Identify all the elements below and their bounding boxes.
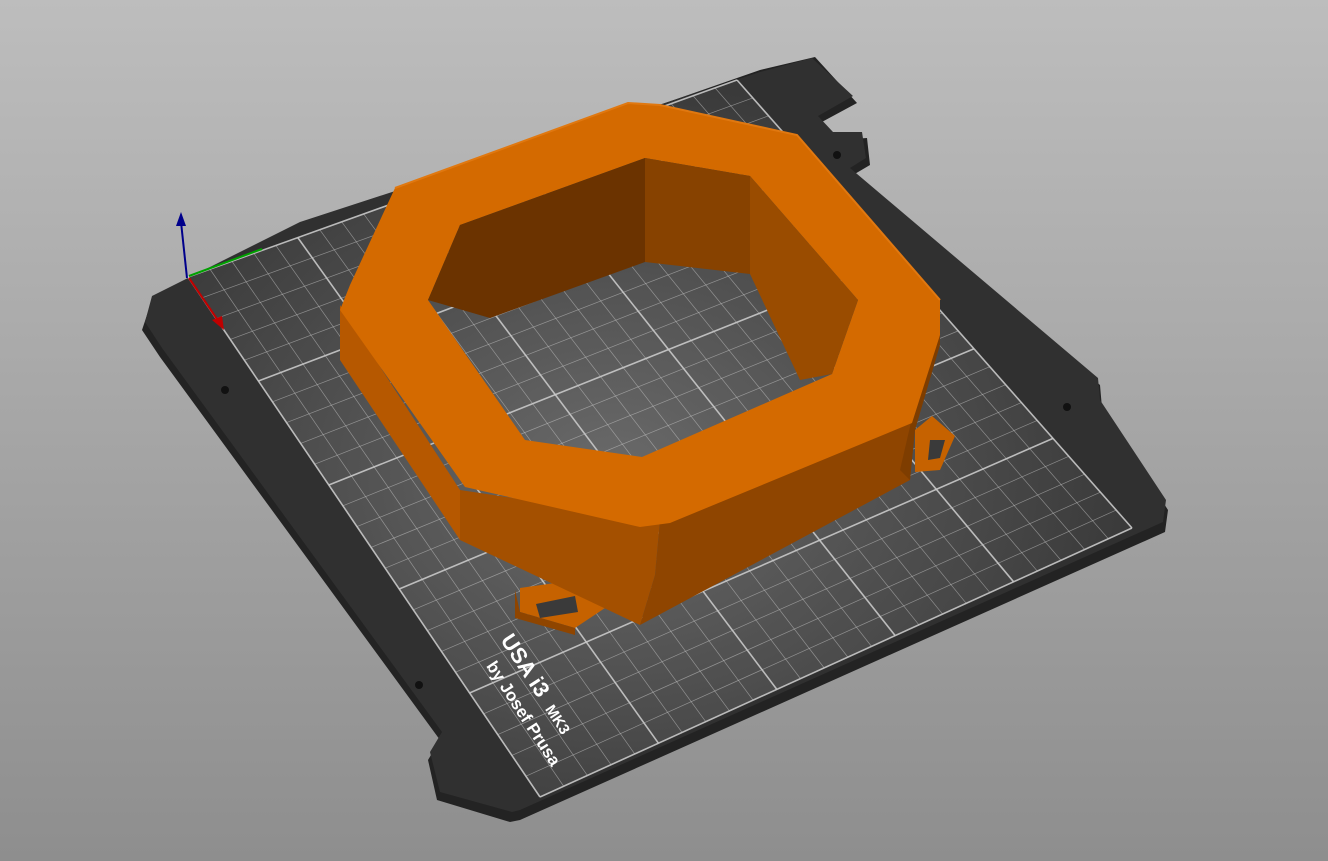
- bed-hole: [415, 681, 423, 689]
- bed-hole: [1063, 403, 1071, 411]
- 3d-viewport[interactable]: USA i3 MK3 by Josef Prusa: [0, 0, 1328, 861]
- bed-hole: [221, 386, 229, 394]
- inner-wall-back: [645, 158, 750, 274]
- bed-hole: [833, 151, 841, 159]
- scene-canvas[interactable]: USA i3 MK3 by Josef Prusa: [0, 0, 1328, 861]
